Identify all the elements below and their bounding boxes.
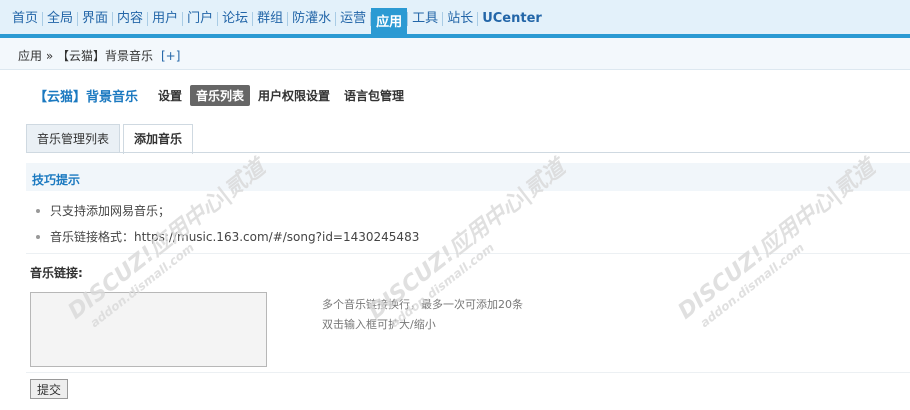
nav-item[interactable]: 工具 [408, 8, 442, 30]
tab[interactable]: 音乐管理列表 [26, 124, 121, 153]
music-link-label: 音乐链接: [30, 266, 83, 280]
bullet-icon [36, 234, 40, 239]
music-link-textarea[interactable] [30, 292, 267, 367]
plugin-nav-item[interactable]: 语言包管理 [338, 85, 410, 106]
nav-item[interactable]: 论坛 [218, 8, 252, 30]
nav-item[interactable]: 站长 [443, 8, 477, 30]
plugin-nav: 设置 音乐列表 用户权限设置 语言包管理 [152, 85, 412, 106]
breadcrumb-text: 应用 » 【云猫】背景音乐 [18, 49, 153, 63]
plugin-title: 【云猫】背景音乐 [34, 90, 139, 105]
tip-item: 音乐链接格式：https://music.163.com/#/song?id=1… [36, 228, 419, 245]
tip-item: 只支持添加网易音乐； [36, 202, 170, 219]
tab[interactable]: 添加音乐 [123, 124, 194, 154]
nav-item[interactable]: 运营 [336, 8, 370, 30]
nav-item[interactable]: 应用 [371, 8, 408, 38]
add-shortcut-button[interactable]: [+] [161, 49, 180, 63]
bullet-icon [36, 208, 40, 213]
section-divider [26, 253, 910, 254]
tips-title: 技巧提示 [32, 173, 81, 187]
nav-item[interactable]: 全局 [43, 8, 77, 30]
plugin-nav-item[interactable]: 用户权限设置 [252, 85, 336, 106]
tip-text: 音乐链接格式：https://music.163.com/#/song?id=1… [50, 230, 420, 244]
breadcrumb: 应用 » 【云猫】背景音乐 [+] [18, 47, 180, 64]
top-nav-items: 首页 全局 界面 内容 用户 门户 论坛 群组 防灌水 运营 应用 工具 站长 UCenter [8, 8, 546, 38]
tips-header: 技巧提示 [26, 163, 910, 191]
tab-divider [26, 152, 910, 153]
breadcrumb-bar: 应用 » 【云猫】背景音乐 [+] [0, 38, 910, 70]
plugin-nav-item[interactable]: 设置 [152, 85, 188, 106]
nav-item[interactable]: 用户 [148, 8, 182, 30]
submit-button[interactable]: 提交 [30, 379, 69, 399]
form-hint: 多个音乐链接换行，最多一次可添加20条 [322, 298, 523, 311]
tip-text: 只支持添加网易音乐； [50, 204, 171, 218]
form-hint: 双击输入框可扩大/缩小 [322, 318, 436, 331]
top-nav: 首页 全局 界面 内容 用户 门户 论坛 群组 防灌水 运营 应用 工具 站长 UCenter [0, 0, 910, 38]
nav-item[interactable]: 界面 [78, 8, 112, 30]
nav-item[interactable]: 内容 [113, 8, 147, 30]
section-divider [26, 372, 910, 373]
nav-item[interactable]: UCenter [478, 8, 546, 30]
plugin-nav-item[interactable]: 音乐列表 [190, 85, 251, 106]
tab-bar: 音乐管理列表 添加音乐 [26, 124, 196, 154]
nav-item[interactable]: 群组 [253, 8, 287, 30]
nav-item[interactable]: 防灌水 [288, 8, 335, 30]
nav-item[interactable]: 首页 [8, 8, 42, 30]
nav-item[interactable]: 门户 [183, 8, 217, 30]
